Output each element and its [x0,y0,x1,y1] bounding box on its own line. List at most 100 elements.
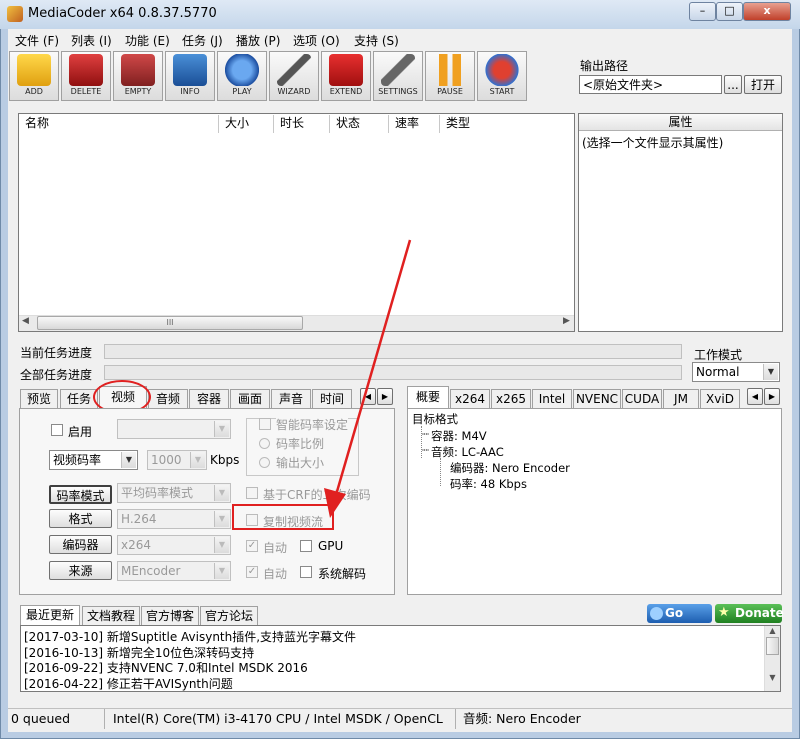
extend-button[interactable]: EXTEND [321,51,371,101]
col-size[interactable]: 大小 [219,115,274,133]
scroll-down-icon[interactable]: ▼ [765,673,780,682]
news-list[interactable]: [2017-03-10] 新增Suptitle Avisynth插件,支持蓝光字… [20,625,781,692]
col-status[interactable]: 状态 [330,115,389,133]
status-queue: 0 queued [9,709,105,729]
news-scrollbar[interactable]: ▲ ▼ [764,626,780,691]
tab-nvenc[interactable]: NVENC [573,389,621,409]
wrench-icon [381,54,415,86]
smart-rate-checkbox [259,418,271,430]
tab-intel[interactable]: Intel [532,389,572,409]
maximize-button[interactable]: □ [716,2,743,21]
menu-task[interactable]: 任务 (J) [182,32,223,49]
scroll-right-icon[interactable]: ▶ [563,316,570,326]
bitrate-input: 1000 ▼ [147,450,207,470]
encoder-button[interactable]: 编码器 [49,535,112,554]
auto-source-label: 自动 [263,567,288,581]
chevron-down-icon: ▼ [763,364,778,380]
tree-node-bitrate: 码率: 48 Kbps [450,477,527,491]
news-item[interactable]: [2017-03-10] 新增Suptitle Avisynth插件,支持蓝光字… [24,628,356,645]
chevron-down-icon: ▼ [214,511,229,527]
tab-docs[interactable]: 文档教程 [82,606,140,626]
enable-checkbox[interactable] [51,424,63,436]
chevron-down-icon: ▼ [214,563,229,579]
pause-button[interactable]: PAUSE [425,51,475,101]
tab-forum[interactable]: 官方论坛 [200,606,258,626]
encoder-select: x264 ▼ [117,535,231,555]
col-rate[interactable]: 速率 [389,115,440,133]
delete-icon [69,54,103,86]
start-button[interactable]: START [477,51,527,101]
tab-summary[interactable]: 概要 [407,386,449,409]
add-button[interactable]: ADD [9,51,59,101]
settings-button[interactable]: SETTINGS [373,51,423,101]
tab-recent-updates[interactable]: 最近更新 [20,605,80,626]
rate-mode-button[interactable]: 码率模式 [49,485,112,504]
system-decode-checkbox[interactable] [300,566,312,578]
donate-button[interactable]: ★ Donate [715,604,784,623]
start-icon [485,54,519,86]
all-progress-label: 全部任务进度 [20,368,93,382]
col-type[interactable]: 类型 [440,115,574,133]
go-pro-button[interactable]: Go PRO [647,604,712,639]
tab-picture[interactable]: 画面 [230,389,270,409]
open-button[interactable]: 打开 [744,75,782,94]
menu-function[interactable]: 功能 (E) [125,32,170,49]
go-pro-icon [650,607,663,620]
video-mode-select: ▼ [117,419,231,439]
tab-x265[interactable]: x265 [491,389,531,409]
workmode-select[interactable]: Normal ▼ [692,362,780,382]
chevron-down-icon: ▼ [121,452,136,468]
scroll-thumb[interactable]: III [37,316,303,330]
right-tab-prev-icon[interactable]: ◀ [747,388,763,405]
chevron-down-icon: ▼ [214,537,229,553]
tab-cuda[interactable]: CUDA [622,389,662,409]
output-path-input[interactable]: <原始文件夹> [579,75,722,94]
close-button[interactable]: x [743,2,791,21]
puzzle-icon [329,54,363,86]
window-title: MediaCoder x64 0.8.37.5770 [28,6,217,21]
news-item[interactable]: [2016-09-22] 支持NVENC 7.0和Intel MSDK 2016 [24,659,308,676]
menu-list[interactable]: 列表 (I) [71,32,112,49]
gpu-checkbox[interactable] [300,540,312,552]
col-name[interactable]: 名称 [19,115,219,133]
tab-jm[interactable]: JM [663,389,699,409]
menu-file[interactable]: 文件 (F) [15,32,59,49]
tab-audio[interactable]: 音频 [148,389,188,409]
scroll-up-icon[interactable]: ▲ [765,626,780,635]
file-list[interactable] [18,113,575,332]
status-audio: 音频: Nero Encoder [463,711,581,726]
tab-container[interactable]: 容器 [189,389,229,409]
chevron-down-icon: ▼ [190,452,205,468]
menu-options[interactable]: 选项 (O) [293,32,340,49]
source-select: MEncoder ▼ [117,561,231,581]
tab-preview[interactable]: 预览 [20,389,58,409]
delete-button[interactable]: DELETE [61,51,111,101]
output-path-label: 输出路径 [580,59,629,73]
col-duration[interactable]: 时长 [274,115,330,133]
news-item[interactable]: [2016-04-22] 修正若干AVISynth问题 [24,675,233,692]
system-decode-label: 系统解码 [318,567,367,581]
chevron-down-icon: ▼ [214,421,229,437]
tab-xvid[interactable]: XviD [700,389,740,409]
info-button[interactable]: INFO [165,51,215,101]
tab-x264[interactable]: x264 [450,389,490,409]
right-tab-next-icon[interactable]: ▶ [764,388,780,405]
empty-button[interactable]: EMPTY [113,51,163,101]
menu-play[interactable]: 播放 (P) [236,32,280,49]
source-button[interactable]: 来源 [49,561,112,580]
tab-blog[interactable]: 官方博客 [141,606,199,626]
wizard-button[interactable]: WIZARD [269,51,319,101]
format-select: H.264 ▼ [117,509,231,529]
news-scroll-thumb[interactable] [766,637,779,655]
app-icon [7,6,23,22]
rate-ratio-radio [259,438,270,449]
kbps-label: Kbps [210,453,240,467]
minimize-button[interactable]: – [689,2,716,21]
menu-support[interactable]: 支持 (S) [354,32,399,49]
rate-mode-select[interactable]: 视频码率 ▼ [49,450,138,470]
browse-button[interactable]: ... [724,75,742,94]
play-button[interactable]: PLAY [217,51,267,101]
format-button[interactable]: 格式 [49,509,112,528]
scroll-left-icon[interactable]: ◀ [22,316,29,326]
gpu-label: GPU [318,539,344,553]
